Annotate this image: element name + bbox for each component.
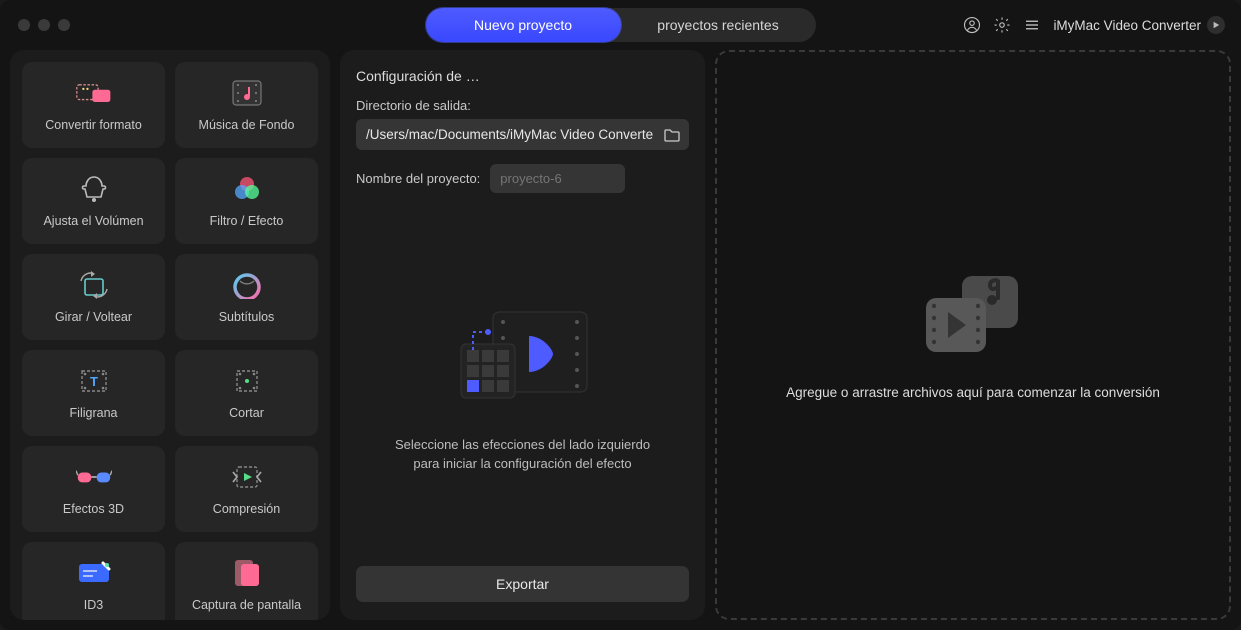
maximize-window-button[interactable] [58, 19, 70, 31]
drop-zone-icon [918, 270, 1028, 360]
play-badge-icon [1207, 16, 1225, 34]
tile-label: Captura de pantalla [192, 598, 301, 612]
tile-compression[interactable]: Compresión [175, 446, 318, 532]
tile-convert-format[interactable]: Convertir formato [22, 62, 165, 148]
output-dir-row: Directorio de salida: /Users/mac/Documen… [356, 98, 689, 150]
effects-grid: Convertir formato Música de Fondo Ajusta… [22, 62, 318, 620]
tile-subtitles[interactable]: Subtítulos [175, 254, 318, 340]
crop-icon [229, 366, 265, 396]
tile-label: Ajusta el Volúmen [43, 214, 143, 228]
app-title-label: iMyMac Video Converter [1053, 18, 1201, 33]
export-button[interactable]: Exportar [356, 566, 689, 602]
tile-label: ID3 [84, 598, 103, 612]
effects-sidebar: Convertir formato Música de Fondo Ajusta… [10, 50, 330, 620]
tile-label: Convertir formato [45, 118, 142, 132]
tile-label: Música de Fondo [199, 118, 295, 132]
close-window-button[interactable] [18, 19, 30, 31]
project-name-label: Nombre del proyecto: [356, 171, 480, 186]
filter-icon [229, 174, 265, 204]
tile-label: Girar / Voltear [55, 310, 132, 324]
output-dir-label: Directorio de salida: [356, 98, 689, 113]
tab-new-project[interactable]: Nuevo proyecto [426, 8, 621, 42]
config-panel: Configuración de … Directorio de salida:… [340, 50, 705, 620]
preview-placeholder-icon [443, 300, 603, 420]
main-tabs: Nuevo proyecto proyectos recientes [426, 8, 816, 42]
tile-3d-effects[interactable]: Efectos 3D [22, 446, 165, 532]
tile-label: Subtítulos [219, 310, 275, 324]
app-title: iMyMac Video Converter [1053, 16, 1225, 34]
browse-folder-button[interactable] [661, 124, 683, 146]
account-icon[interactable] [963, 16, 981, 34]
tile-filter-effect[interactable]: Filtro / Efecto [175, 158, 318, 244]
screenshot-icon [229, 558, 265, 588]
titlebar: Nuevo proyecto proyectos recientes iMyMa… [0, 0, 1241, 50]
rotate-icon [76, 270, 112, 300]
tile-label: Efectos 3D [63, 502, 124, 516]
tile-label: Cortar [229, 406, 264, 420]
config-hint-text: Seleccione las efecciones del lado izqui… [383, 436, 663, 472]
watermark-icon: T [76, 366, 112, 396]
menu-icon[interactable] [1023, 16, 1041, 34]
config-title: Configuración de … [356, 68, 689, 84]
effect-preview-area: Seleccione las efecciones del lado izqui… [356, 207, 689, 566]
tile-label: Compresión [213, 502, 280, 516]
tab-recent-projects[interactable]: proyectos recientes [621, 8, 816, 42]
convert-icon [76, 78, 112, 108]
tile-label: Filtro / Efecto [210, 214, 284, 228]
id3-icon [76, 558, 112, 588]
output-dir-value: /Users/mac/Documents/iMyMac Video Conver… [366, 127, 653, 142]
tile-crop[interactable]: Cortar [175, 350, 318, 436]
subtitle-icon [229, 270, 265, 300]
project-name-row: Nombre del proyecto: [356, 164, 689, 193]
glasses3d-icon [76, 462, 112, 492]
svg-text:T: T [90, 374, 98, 389]
output-dir-field[interactable]: /Users/mac/Documents/iMyMac Video Conver… [356, 119, 689, 150]
minimize-window-button[interactable] [38, 19, 50, 31]
tile-rotate-flip[interactable]: Girar / Voltear [22, 254, 165, 340]
main-content: Convertir formato Música de Fondo Ajusta… [0, 50, 1241, 630]
app-window: Nuevo proyecto proyectos recientes iMyMa… [0, 0, 1241, 630]
music-icon [229, 78, 265, 108]
compress-icon [229, 462, 265, 492]
project-name-input[interactable] [490, 164, 625, 193]
tile-adjust-volume[interactable]: Ajusta el Volúmen [22, 158, 165, 244]
drop-zone[interactable]: Agregue o arrastre archivos aquí para co… [715, 50, 1231, 620]
title-right-cluster: iMyMac Video Converter [963, 16, 1225, 34]
tile-background-music[interactable]: Música de Fondo [175, 62, 318, 148]
tile-label: Filigrana [70, 406, 118, 420]
window-controls [0, 19, 70, 31]
volume-icon [76, 174, 112, 204]
drop-zone-text: Agregue o arrastre archivos aquí para co… [786, 385, 1160, 400]
tile-screenshot[interactable]: Captura de pantalla [175, 542, 318, 620]
tile-id3[interactable]: ID3 [22, 542, 165, 620]
gear-icon[interactable] [993, 16, 1011, 34]
tile-watermark[interactable]: T Filigrana [22, 350, 165, 436]
